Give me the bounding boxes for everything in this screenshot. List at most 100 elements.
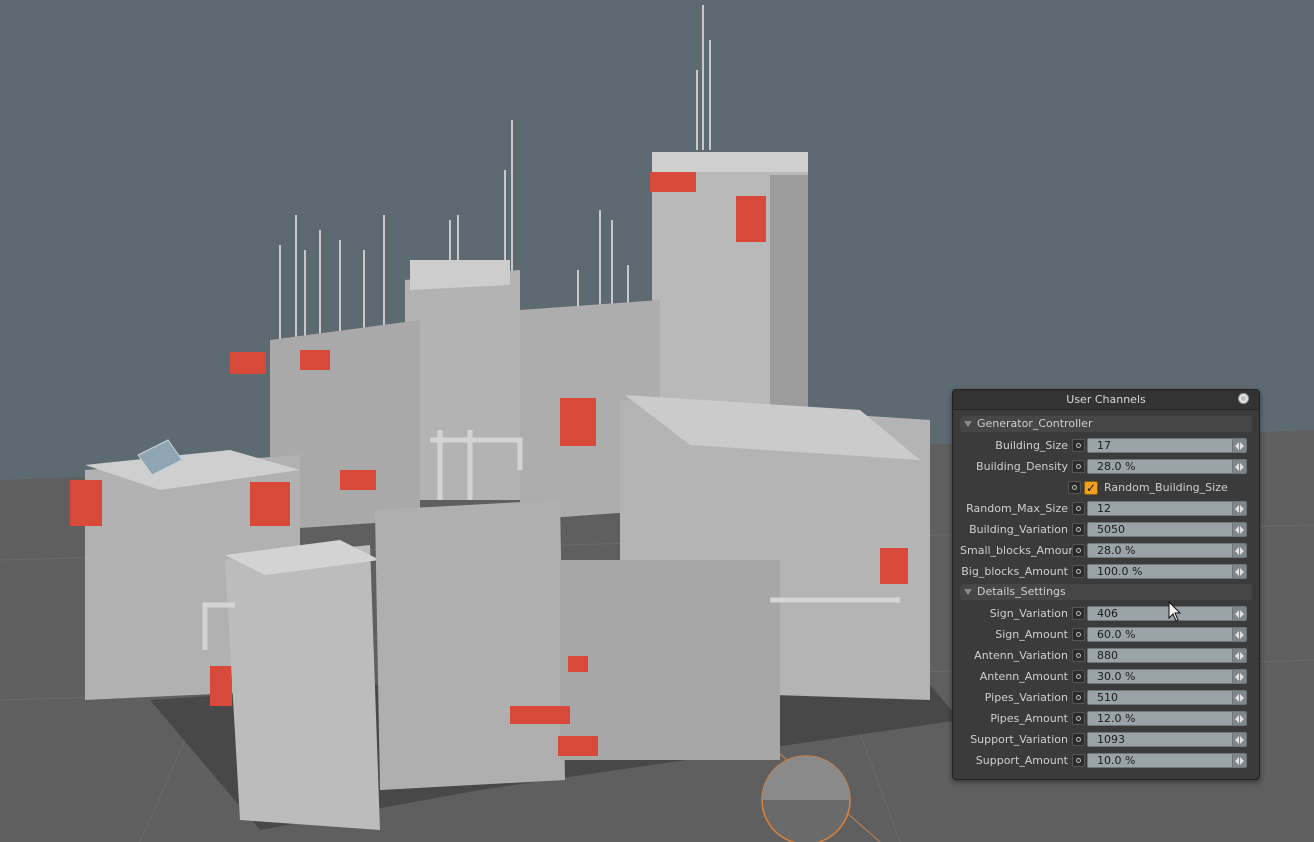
sign-variation-input[interactable]: 406	[1087, 606, 1233, 621]
channel-row-pipes-amount: Pipes_Amount 12.0 %	[960, 710, 1252, 727]
antenn-amount-input[interactable]: 30.0 %	[1087, 669, 1233, 684]
spinner-arrows-icon[interactable]	[1233, 732, 1247, 747]
tower-top	[652, 152, 808, 172]
keyframe-icon[interactable]	[1068, 481, 1081, 494]
spinner-arrows-icon[interactable]	[1233, 522, 1247, 537]
keyframe-icon[interactable]	[1072, 733, 1085, 746]
keyframe-icon[interactable]	[1072, 691, 1085, 704]
channel-row-support-variation: Support_Variation 1093	[960, 731, 1252, 748]
front-left-tower	[225, 545, 380, 830]
tower-side	[770, 175, 808, 415]
group-details-settings[interactable]: Details_Settings	[960, 584, 1252, 600]
spinner-arrows-icon[interactable]	[1233, 711, 1247, 726]
keyframe-icon[interactable]	[1072, 544, 1085, 557]
building-variation-input[interactable]: 5050	[1087, 522, 1233, 537]
channel-row-pipes-variation: Pipes_Variation 510	[960, 689, 1252, 706]
spinner-arrows-icon[interactable]	[1233, 753, 1247, 768]
channel-row-building-size: Building_Size 17	[960, 437, 1252, 454]
sign-amount-input[interactable]: 60.0 %	[1087, 627, 1233, 642]
channel-row-random-max-size: Random_Max_Size 12	[960, 500, 1252, 517]
panel-title: User Channels	[1066, 393, 1146, 406]
channel-label: Support_Variation	[970, 733, 1068, 746]
channel-row-big-blocks-amount: Big_blocks_Amount 100.0 %	[960, 563, 1252, 580]
small-blocks-amount-input[interactable]: 28.0 %	[1087, 543, 1233, 558]
channel-label: Small_blocks_Amount	[960, 544, 1080, 557]
navigation-gizmo-icon	[761, 755, 851, 842]
channel-row-building-variation: Building_Variation 5050	[960, 521, 1252, 538]
channel-label: Sign_Amount	[995, 628, 1068, 641]
keyframe-icon[interactable]	[1072, 712, 1085, 725]
red-panel	[510, 706, 570, 724]
keyframe-icon[interactable]	[1072, 523, 1085, 536]
group-generator-controller[interactable]: Generator_Controller	[960, 416, 1252, 432]
group-label: Generator_Controller	[977, 417, 1093, 430]
keyframe-icon[interactable]	[1072, 628, 1085, 641]
close-icon[interactable]	[1238, 393, 1249, 404]
mid-block-top	[410, 260, 510, 290]
keyframe-icon[interactable]	[1072, 460, 1085, 473]
spinner-arrows-icon[interactable]	[1233, 648, 1247, 663]
red-panel	[230, 352, 266, 374]
red-panel	[210, 666, 232, 706]
triangle-down-icon[interactable]	[964, 589, 972, 595]
channel-row-small-blocks-amount: Small_blocks_Amount 28.0 %	[960, 542, 1252, 559]
red-panel	[558, 736, 598, 756]
spinner-arrows-icon[interactable]	[1233, 543, 1247, 558]
red-panel	[300, 350, 330, 370]
front-right-block	[560, 560, 780, 760]
keyframe-icon[interactable]	[1072, 649, 1085, 662]
keyframe-icon[interactable]	[1072, 565, 1085, 578]
pipes-amount-input[interactable]: 12.0 %	[1087, 711, 1233, 726]
front-block	[375, 500, 565, 790]
channel-row-sign-amount: Sign_Amount 60.0 %	[960, 626, 1252, 643]
channel-label: Building_Density	[976, 460, 1068, 473]
keyframe-icon[interactable]	[1072, 754, 1085, 767]
random-max-size-input[interactable]: 12	[1087, 501, 1233, 516]
keyframe-icon[interactable]	[1072, 670, 1085, 683]
group-label: Details_Settings	[977, 585, 1066, 598]
spinner-arrows-icon[interactable]	[1233, 564, 1247, 579]
keyframe-icon[interactable]	[1072, 502, 1085, 515]
channel-label: Antenn_Variation	[974, 649, 1068, 662]
support-variation-input[interactable]: 1093	[1087, 732, 1233, 747]
spinner-arrows-icon[interactable]	[1233, 501, 1247, 516]
pipes-variation-input[interactable]: 510	[1087, 690, 1233, 705]
channel-row-building-density: Building_Density 28.0 %	[960, 458, 1252, 475]
triangle-down-icon[interactable]	[964, 421, 972, 427]
channel-label: Support_Amount	[975, 754, 1068, 767]
red-panel	[650, 172, 696, 192]
spinner-arrows-icon[interactable]	[1233, 606, 1247, 621]
channel-row-support-amount: Support_Amount 10.0 %	[960, 752, 1252, 769]
red-panel	[560, 398, 596, 446]
checkbox-label: Random_Building_Size	[1104, 481, 1228, 494]
red-panel	[880, 548, 908, 584]
channel-label: Random_Max_Size	[966, 502, 1068, 515]
channel-label: Building_Size	[995, 439, 1068, 452]
spinner-arrows-icon[interactable]	[1233, 627, 1247, 642]
spinner-arrows-icon[interactable]	[1233, 669, 1247, 684]
channel-label: Big_blocks_Amount	[961, 565, 1068, 578]
red-panel	[70, 480, 102, 526]
panel-title-bar[interactable]: User Channels	[953, 390, 1259, 410]
channel-row-sign-variation: Sign_Variation 406	[960, 605, 1252, 622]
red-panel	[250, 482, 290, 526]
spinner-arrows-icon[interactable]	[1233, 459, 1247, 474]
keyframe-icon[interactable]	[1072, 439, 1085, 452]
red-panel	[736, 196, 766, 242]
user-channels-panel: User Channels Generator_Controller Build…	[952, 389, 1260, 780]
big-blocks-amount-input[interactable]: 100.0 %	[1087, 564, 1233, 579]
random-building-size-checkbox[interactable]: ✓	[1084, 480, 1098, 495]
building-size-input[interactable]: 17	[1087, 438, 1233, 453]
spinner-arrows-icon[interactable]	[1233, 690, 1247, 705]
channel-label: Building_Variation	[969, 523, 1068, 536]
mid-block	[405, 270, 520, 500]
spinner-arrows-icon[interactable]	[1233, 438, 1247, 453]
mouse-cursor-icon	[1168, 601, 1182, 622]
building-density-input[interactable]: 28.0 %	[1087, 459, 1233, 474]
antenn-variation-input[interactable]: 880	[1087, 648, 1233, 663]
support-amount-input[interactable]: 10.0 %	[1087, 753, 1233, 768]
channel-row-antenn-variation: Antenn_Variation 880	[960, 647, 1252, 664]
red-panel	[340, 470, 376, 490]
channel-label: Pipes_Variation	[984, 691, 1068, 704]
keyframe-icon[interactable]	[1072, 607, 1085, 620]
